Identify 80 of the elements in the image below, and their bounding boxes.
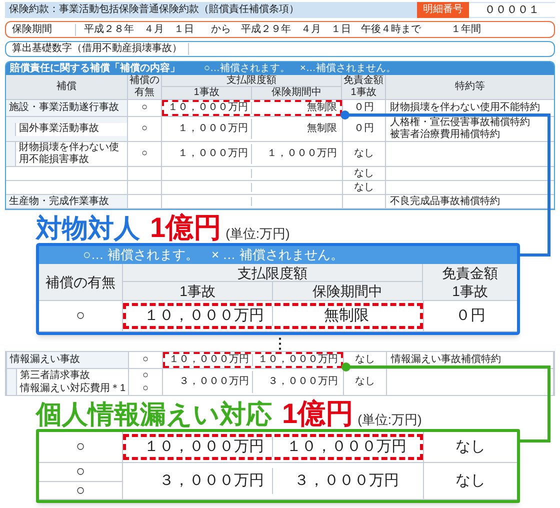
table-cell: ３，０００万円 [159, 471, 264, 491]
availability-mark: ○ [142, 382, 149, 394]
rider-text: 情報漏えい事故補償特約 [391, 354, 502, 366]
table-cell: なし [354, 148, 374, 160]
availability-mark: ○ [76, 438, 86, 456]
rider-text: 不良完成品事故補償特約 [390, 196, 501, 208]
period-label: 保険期間 [6, 24, 76, 36]
ellipsis-text: ⋮ [273, 336, 287, 350]
table-cell: なし [354, 168, 374, 180]
table-cell: 無制限 [307, 102, 337, 114]
availability-mark: ○ [76, 307, 86, 325]
column-header: 補償の有無 [128, 75, 162, 99]
period-end: から 平成２９年 ４月 １日 午後４時まで [211, 24, 422, 36]
coverage-label: 第三者請求事故 [20, 370, 90, 382]
table-cell: なし [354, 182, 374, 194]
policy-title: 保険約款：事業活動包括保険普通保険約款（賠償責任補償条項） [9, 4, 300, 16]
availability-mark: ○ [141, 102, 148, 114]
amount-text: 1億円 [282, 399, 354, 429]
table-cell: 無制限 [307, 123, 337, 135]
table-cell: １０，０００万円 [169, 354, 249, 366]
coverage-label: 国外事業活動事故 [19, 123, 99, 135]
callout-heading: 個人情報漏えい対応 [36, 399, 272, 429]
availability-mark: ○ [141, 123, 148, 135]
legend-text: ○…補償されます。 ×…補償されません。 [204, 62, 396, 74]
unit-text: (単位:万円) [358, 411, 422, 429]
legend-text: ○… 補償されます。 × … 補償されません。 [83, 247, 344, 263]
column-header: 1事故 [452, 282, 488, 300]
availability-mark: ○ [142, 370, 149, 382]
table-cell: ３，０００万円 [294, 471, 399, 491]
table-cell: １，０００万円 [178, 123, 248, 135]
basis-label: 算出基礎数字（借用不動産損壊事故） [6, 43, 189, 55]
table-cell: １，０００万円 [267, 148, 337, 160]
rider-text: 財物損壊を伴わない使用不能特約 [390, 102, 541, 114]
availability-mark: ○ [76, 463, 86, 481]
column-header: 免責金額 [442, 264, 498, 282]
column-header: 1事故 [162, 87, 252, 99]
table-cell: ０円 [354, 123, 374, 135]
table-cell: １０，０００万円 [144, 437, 264, 457]
amount-text: 1億円 [150, 213, 222, 243]
number-label: 明細番号 [417, 2, 469, 18]
column-header: 1事故 [123, 282, 273, 300]
table-cell: なし [456, 471, 486, 491]
callout-heading: 対物対人 [36, 213, 140, 243]
unit-text: (単位:万円) [226, 225, 290, 243]
column-header: 補償 [6, 75, 128, 99]
column-header: 保険期間中 [273, 282, 423, 300]
coverage-label: 生産物・完成作業事故 [9, 196, 109, 208]
rider-text: 人格権・宣伝侵害事故補償特約 [390, 117, 531, 128]
section-title: 賠償責任に関する補償「補償の内容」 [10, 62, 180, 74]
availability-mark: ○ [142, 354, 149, 366]
availability-mark: ○ [76, 482, 86, 500]
availability-mark: ○ [141, 148, 148, 160]
table-cell: １０，０００万円 [168, 102, 248, 114]
table-cell: ０円 [354, 102, 374, 114]
column-header: 免責金額 [344, 75, 384, 86]
table-cell: １０，０００万円 [286, 437, 406, 457]
number-value: ００００１ [469, 3, 555, 17]
table-cell: なし [355, 354, 375, 366]
table-cell: １０，０００万円 [144, 306, 264, 326]
table-cell: １，０００万円 [178, 148, 248, 160]
table-cell: ３，０００万円 [179, 376, 249, 388]
coverage-label: 財物損壊を伴わない使用不能損害事故 [19, 142, 120, 166]
rider-text: 被害者治療費用補償特約 [390, 129, 501, 141]
table-cell: ３，０００万円 [268, 376, 338, 388]
column-header: 補償の有無 [39, 264, 123, 300]
table-cell: 無制限 [324, 306, 369, 326]
period-length: １年間 [451, 24, 481, 36]
coverage-label: 施設・事業活動遂行事故 [9, 102, 119, 114]
column-header: 特約等 [454, 80, 486, 94]
coverage-label: 情報漏えい事故 [10, 354, 80, 366]
column-header: 支払限度額 [162, 75, 342, 87]
column-header: 保険期間中 [252, 87, 342, 99]
coverage-label: 情報漏えい対応費用＊1 [20, 382, 126, 394]
period-start: 平成２８年 ４月 １日 [83, 24, 195, 36]
table-cell: １０，０００万円 [258, 354, 338, 366]
table-cell: なし [355, 376, 375, 388]
table-cell: ０円 [456, 306, 486, 326]
table-cell: なし [456, 437, 486, 457]
column-header: 1事故 [350, 87, 376, 99]
column-header: 支払限度額 [123, 264, 423, 282]
